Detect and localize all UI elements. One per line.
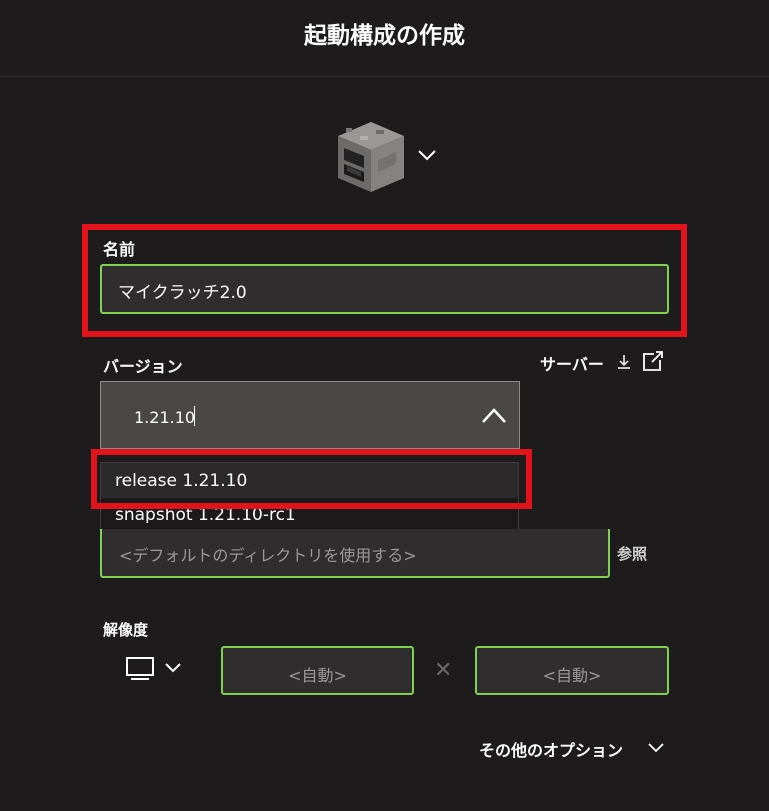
- width-input[interactable]: <自動>: [221, 646, 414, 695]
- chevron-up-icon[interactable]: [481, 406, 507, 424]
- dialog-header: 起動構成の作成: [0, 0, 769, 77]
- version-selected: 1.21.10: [134, 408, 196, 427]
- width-placeholder: <自動>: [288, 666, 347, 685]
- height-input[interactable]: <自動>: [475, 646, 669, 695]
- version-label: バージョン: [103, 357, 183, 376]
- chevron-down-icon[interactable]: [647, 740, 665, 756]
- version-select[interactable]: 1.21.10: [100, 381, 520, 449]
- times-icon: ✕: [434, 658, 453, 683]
- highlight-box-name: [82, 224, 687, 337]
- height-placeholder: <自動>: [542, 666, 602, 685]
- highlight-box-release: [91, 449, 532, 509]
- directory-placeholder: <デフォルトのディレクトリを使用する>: [119, 546, 417, 565]
- resolution-label: 解像度: [103, 621, 149, 639]
- page-title: 起動構成の作成: [304, 23, 465, 49]
- directory-field[interactable]: <デフォルトのディレクトリを使用する>: [100, 529, 610, 578]
- browse-button[interactable]: 参照: [617, 543, 647, 564]
- server-label[interactable]: サーバー: [540, 351, 604, 375]
- server-download-icons[interactable]: [614, 350, 666, 372]
- furnace-icon[interactable]: [336, 120, 406, 194]
- chevron-down-icon[interactable]: [416, 144, 438, 166]
- chevron-down-icon: [165, 663, 181, 673]
- text-caret: [194, 406, 195, 426]
- more-options-toggle[interactable]: その他のオプション: [479, 737, 623, 761]
- download-icon: [618, 355, 630, 369]
- version-option-snapshot[interactable]: snapshot 1.21.10-rc1: [115, 507, 296, 523]
- monitor-icon[interactable]: [126, 656, 184, 684]
- external-link-icon: [643, 351, 663, 371]
